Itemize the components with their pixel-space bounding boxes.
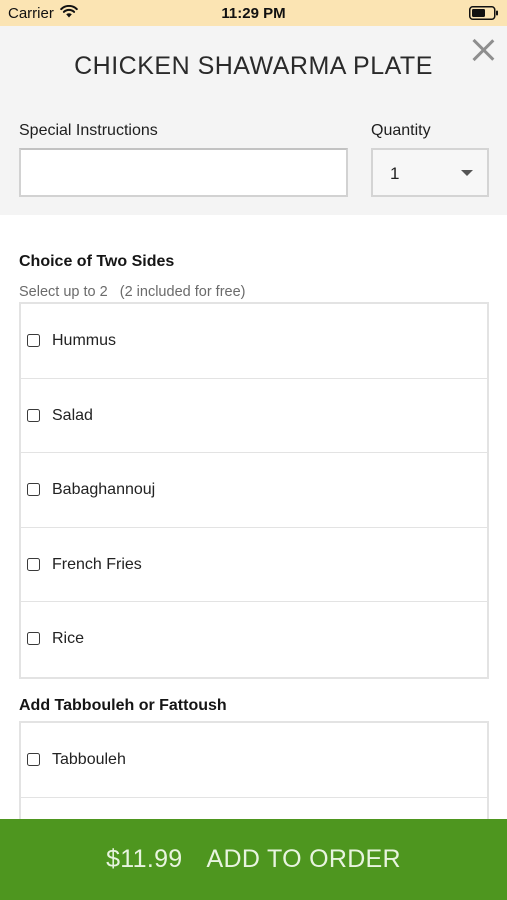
sides-section-title: Choice of Two Sides [19,253,175,270]
special-instructions-label: Special Instructions [19,122,158,139]
tabbouleh-section-title: Add Tabbouleh or Fattoush [19,697,227,714]
close-icon[interactable] [469,36,497,64]
checkbox[interactable] [27,334,40,347]
checkbox[interactable] [27,753,40,766]
status-time: 11:29 PM [221,5,286,22]
add-to-order-label: ADD TO ORDER [206,845,401,873]
option-label: Salad [52,406,93,424]
option-salad[interactable]: Salad [21,379,487,453]
option-label: Rice [52,630,85,647]
item-title: CHICKEN SHAWARMA PLATE [74,52,433,80]
status-bar: Carrier 11:29 PM [0,0,507,26]
option-label: Hummus [52,332,117,349]
sides-section-subtitle: Select up to 2 (2 included for free) [19,284,246,300]
option-french-fries[interactable]: French Fries [21,528,487,602]
checkbox[interactable] [27,632,40,645]
option-tabbouleh[interactable]: Tabbouleh [21,723,487,798]
sides-options-list: Hummus Salad Babaghannouj French Fries R… [19,302,489,679]
quantity-value: 1 [390,164,400,183]
checkbox[interactable] [27,483,40,496]
order-price: $11.99 [106,845,183,873]
quantity-select[interactable]: 1 [371,148,489,197]
option-hummus[interactable]: Hummus [21,304,487,379]
chevron-down-icon [461,170,473,176]
option-label: Babaghannouj [52,481,156,498]
option-babaghannouj[interactable]: Babaghannouj [21,453,487,528]
special-instructions-input[interactable] [19,148,348,197]
option-rice[interactable]: Rice [21,602,487,677]
checkbox[interactable] [27,408,40,422]
item-header: CHICKEN SHAWARMA PLATE Special Instructi… [0,26,507,215]
checkbox[interactable] [27,557,40,571]
add-to-order-button[interactable]: $11.99 ADD TO ORDER [0,819,507,900]
option-label: French Fries [52,555,142,573]
battery-icon [469,6,499,25]
quantity-label: Quantity [371,122,431,139]
option-label: Tabbouleh [52,751,126,768]
